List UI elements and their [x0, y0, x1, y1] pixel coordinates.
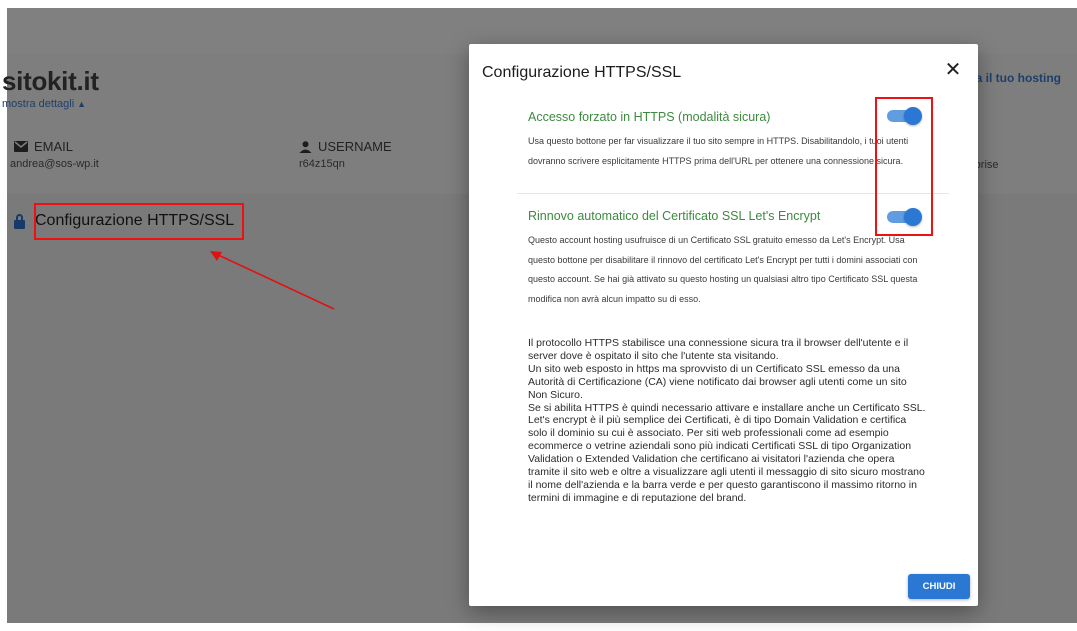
lock-icon — [14, 213, 25, 229]
letsencrypt-renewal-title: Rinnovo automatico del Certificato SSL L… — [528, 209, 821, 223]
close-button[interactable]: CHIUDI — [908, 574, 970, 599]
manage-hosting-link[interactable]: ra il tuo hosting — [971, 71, 1061, 85]
force-https-title: Accesso forzato in HTTPS (modalità sicur… — [528, 110, 771, 124]
email-label-row: EMAIL — [14, 139, 73, 154]
info-paragraph: Se si abilita HTTPS è quindi necessario … — [528, 401, 926, 414]
force-https-section: Accesso forzato in HTTPS (modalità sicur… — [528, 110, 928, 171]
force-https-description: Usa questo bottone per far visualizzare … — [528, 136, 909, 166]
show-details-label: mostra dettagli — [2, 98, 75, 110]
username-label-row: USERNAME — [299, 139, 392, 154]
info-paragraph: Il protocollo HTTPS stabilisce una conne… — [528, 337, 909, 362]
username-label: USERNAME — [318, 139, 392, 154]
annotation-highlight-config — [34, 203, 244, 240]
mail-icon — [14, 141, 28, 152]
info-paragraph: Let's encrypt è il più semplice dei Cert… — [528, 414, 925, 504]
email-label: EMAIL — [34, 139, 74, 154]
email-value: andrea@sos-wp.it — [10, 158, 99, 170]
annotation-highlight-toggles — [875, 97, 933, 236]
info-paragraph: Un sito web esposto in https ma sprovvis… — [528, 362, 907, 401]
username-value: r64z15qn — [299, 158, 345, 170]
annotation-arrow — [210, 251, 335, 310]
letsencrypt-renewal-description: Questo account hosting usufruisce di un … — [528, 235, 918, 304]
https-info-text: Il protocollo HTTPS stabilisce una conne… — [528, 337, 928, 505]
user-icon — [299, 140, 312, 153]
site-title: sitokit.it — [2, 66, 99, 96]
show-details-link[interactable]: mostra dettagli ▲ — [2, 98, 86, 110]
modal-title: Configurazione HTTPS/SSL — [482, 64, 682, 81]
close-icon[interactable]: ✕ — [943, 60, 963, 80]
letsencrypt-renewal-section: Rinnovo automatico del Certificato SSL L… — [528, 209, 928, 309]
chevron-up-icon: ▲ — [77, 99, 87, 109]
